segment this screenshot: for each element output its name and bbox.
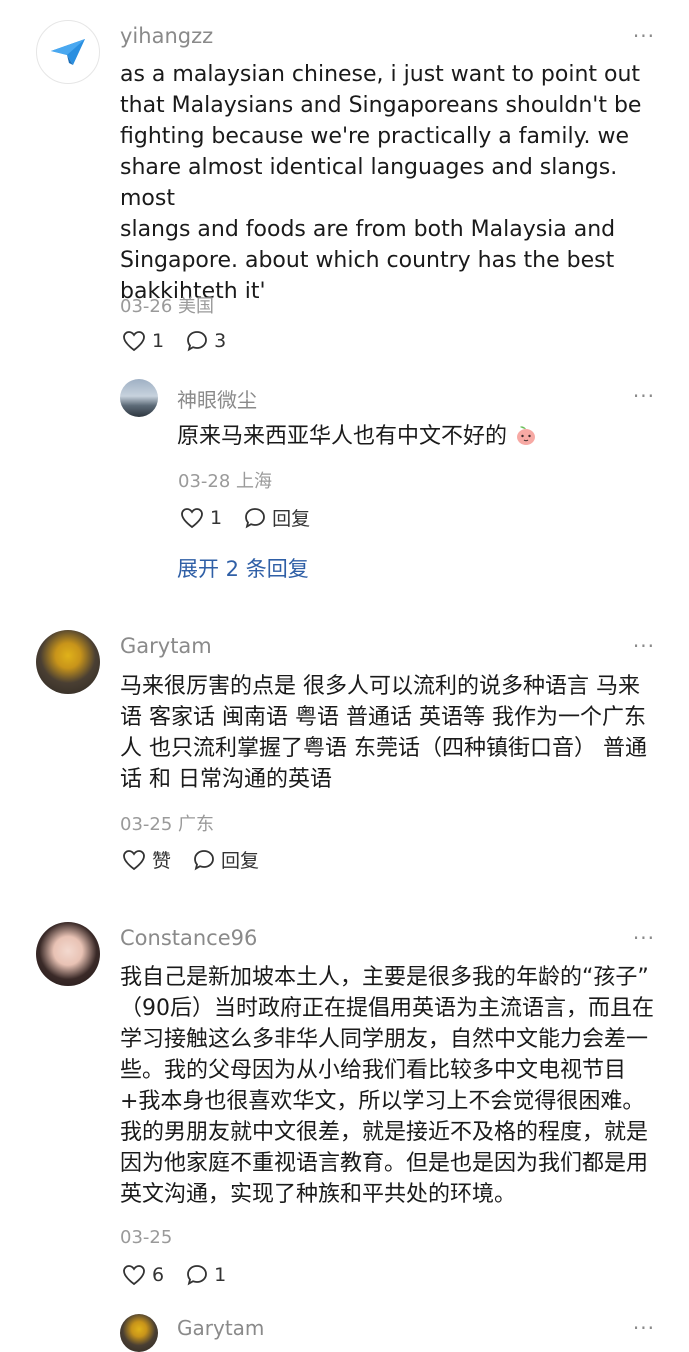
comment-actions: 1 3: [122, 330, 248, 352]
reply-count: 1: [214, 1264, 227, 1286]
like-button[interactable]: 1: [180, 507, 222, 529]
text-line: slangs and foods are from both Malaysia …: [120, 217, 616, 242]
username[interactable]: Constance96: [120, 926, 257, 950]
comment-meta: 03-25 广东: [120, 814, 215, 835]
reply-actions: 1 回复: [180, 504, 332, 531]
reply-text: 原来马来西亚华人也有中文不好的: [177, 421, 538, 452]
avatar[interactable]: [36, 20, 100, 84]
username[interactable]: Garytam: [120, 634, 212, 658]
heart-outline-icon: [123, 849, 145, 870]
text-line: +我本身也很喜欢华文，所以学习上不会觉得很困难。: [120, 1089, 645, 1114]
text-line: （90后）当时政府正在提倡用英语为主流语言，而且在: [120, 996, 654, 1021]
reply-button[interactable]: 1: [186, 1264, 226, 1286]
comment-text: 我自己是新加坡本土人，主要是很多我的年龄的“孩子” （90后）当时政府正在提倡用…: [120, 962, 670, 1210]
reply-label: 回复: [272, 508, 311, 530]
text-line: 英文沟通，实现了种族和平共处的环境。: [120, 1182, 517, 1207]
comment-meta: 03-26 美国: [120, 296, 215, 317]
text-line: 人 也只流利掌握了粤语 东莞话（四种镇街口音） 普通: [120, 736, 647, 761]
text-line: share almost identical languages and sla…: [120, 155, 618, 211]
username[interactable]: yihangzz: [120, 24, 213, 48]
reply-meta: 03-28 上海: [178, 471, 273, 492]
like-button[interactable]: 赞: [122, 846, 171, 873]
reply-count: 3: [214, 330, 227, 352]
avatar[interactable]: [36, 922, 100, 986]
avatar[interactable]: [36, 630, 100, 694]
text-line: Singapore. about which country has the b…: [120, 248, 615, 273]
reply-label: 回复: [221, 850, 260, 872]
reply-username[interactable]: 神眼微尘: [177, 384, 257, 413]
comment-text: 马来很厉害的点是 很多人可以流利的说多种语言 马来 语 客家话 闽南语 粤语 普…: [120, 671, 670, 795]
text-line: that Malaysians and Singaporeans shouldn…: [120, 93, 642, 118]
expand-replies-link[interactable]: 展开 2 条回复: [177, 553, 309, 583]
heart-outline-icon: [123, 1265, 145, 1286]
like-label: 赞: [152, 850, 172, 872]
peach-emoji-icon: [517, 426, 536, 445]
more-icon[interactable]: ···: [633, 24, 655, 48]
comment-bubble-icon: [187, 331, 207, 352]
text-line: 我自己是新加坡本土人，主要是很多我的年龄的“孩子”: [120, 965, 649, 990]
like-button[interactable]: 6: [122, 1264, 164, 1286]
comment-meta: 03-25: [120, 1227, 173, 1248]
comment-bubble-icon: [187, 1265, 207, 1286]
reply-button[interactable]: 回复: [244, 504, 310, 531]
more-icon[interactable]: ···: [633, 634, 655, 658]
like-count: 1: [152, 330, 165, 352]
comment-actions: 赞 回复: [122, 846, 281, 873]
reply-avatar[interactable]: [120, 1314, 158, 1352]
reply-avatar[interactable]: [120, 379, 158, 417]
text-line: 因为他家庭不重视语言教育。但是也是因为我们都是用: [120, 1151, 649, 1176]
comment-text: as a malaysian chinese, i just want to p…: [120, 59, 660, 307]
text-line: 些。我的父母因为从小给我们看比较多中文电视节目: [120, 1058, 627, 1083]
like-count: 6: [152, 1264, 165, 1286]
like-button[interactable]: 1: [122, 330, 164, 352]
paper-plane-icon: [51, 39, 85, 65]
heart-outline-icon: [123, 331, 145, 352]
like-count: 1: [210, 506, 223, 529]
text-line: 我的男朋友就中文很差，就是接近不及格的程度，就是: [120, 1120, 649, 1145]
heart-outline-icon: [181, 507, 203, 528]
comment-bubble-icon: [194, 849, 214, 870]
more-icon[interactable]: ···: [633, 1316, 655, 1340]
more-icon[interactable]: ···: [633, 926, 655, 950]
reply-button[interactable]: 回复: [193, 846, 259, 873]
reply-username[interactable]: Garytam: [177, 1316, 264, 1340]
more-icon[interactable]: ···: [633, 384, 655, 408]
reply-text-content: 原来马来西亚华人也有中文不好的: [177, 424, 508, 449]
comment-bubble-icon: [245, 507, 265, 528]
text-line: 语 客家话 闽南语 粤语 普通话 英语等 我作为一个广东: [120, 705, 646, 730]
text-line: as a malaysian chinese, i just want to p…: [120, 62, 641, 87]
text-line: fighting because we're practically a fam…: [120, 124, 629, 149]
reply-button[interactable]: 3: [186, 330, 226, 352]
text-line: 学习接触这么多非华人同学朋友，自然中文能力会差一: [120, 1027, 649, 1052]
text-line: 马来很厉害的点是 很多人可以流利的说多种语言 马来: [120, 674, 640, 699]
text-line: 话 和 日常沟通的英语: [120, 767, 332, 792]
comment-actions: 6 1: [122, 1264, 248, 1286]
